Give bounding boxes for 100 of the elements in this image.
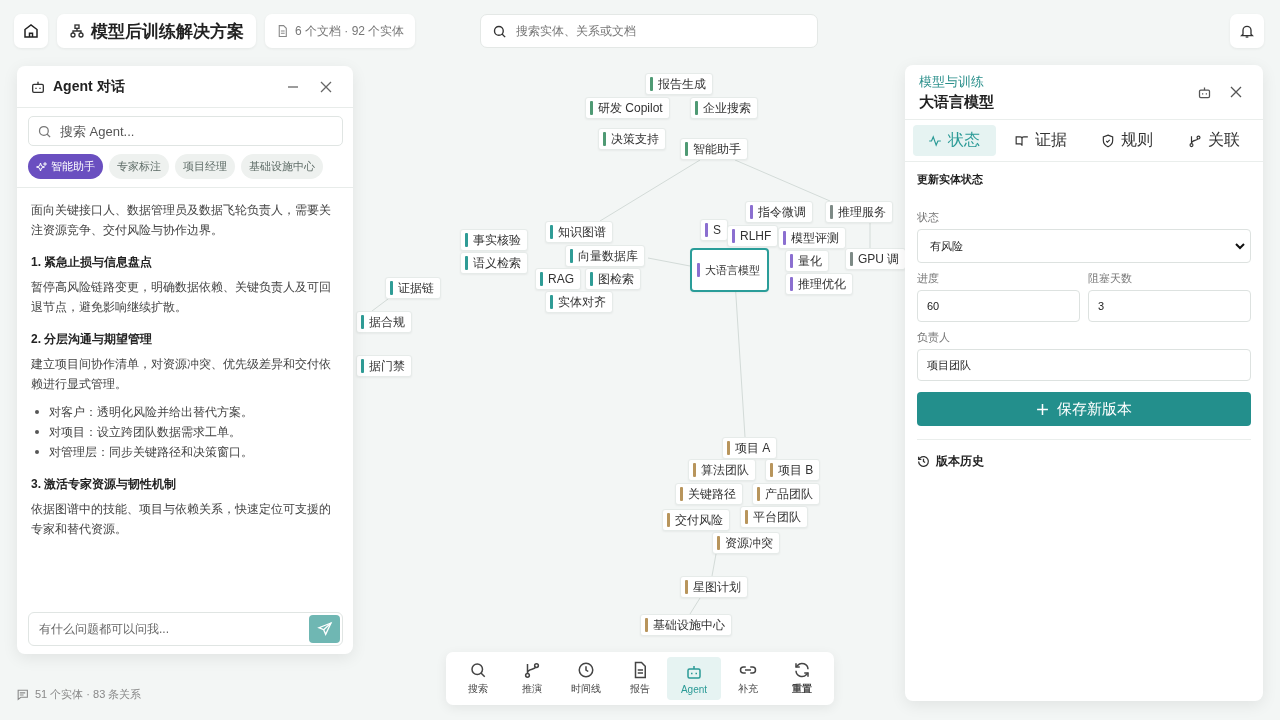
graph-node[interactable]: 事实核验 [460, 229, 528, 251]
agent-chip[interactable]: 智能助手 [28, 154, 103, 179]
entity-category: 模型与训练 [919, 72, 985, 91]
status-select[interactable]: 有风险 [917, 229, 1251, 263]
panel-title: Agent 对话 [53, 77, 125, 96]
message-heading: 1. 紧急止损与信息盘点 [31, 254, 154, 271]
field-label: 负责人 [917, 330, 951, 345]
graph-node[interactable]: 模型评测 [778, 227, 846, 249]
graph-node[interactable]: 知识图谱 [545, 221, 613, 243]
graph-node[interactable]: 关键路径 [675, 483, 743, 505]
chevron-icon [1234, 240, 1246, 252]
graph-node[interactable]: 项目 B [765, 459, 821, 481]
save-button[interactable]: 保存新版本 [917, 392, 1251, 426]
send-icon [316, 621, 333, 637]
graph-node[interactable]: 平台团队 [740, 506, 808, 528]
graph-node[interactable]: S [700, 219, 728, 241]
graph-node[interactable]: 算法团队 [688, 459, 756, 481]
project-name: 模型后训练解决方案 [91, 20, 244, 43]
message-paragraph: 面向关键接口人、数据管理员及数据飞轮负责人，需要关注资源竞争、交付风险与协作边界。 [31, 202, 332, 239]
bullet-icon [35, 450, 39, 454]
document-icon [276, 24, 289, 38]
graph-node[interactable]: RLHF [727, 225, 779, 247]
document-summary: 6 个文档 · 92 个实体 [295, 22, 405, 40]
graph-node[interactable]: 大语言模型 [690, 248, 769, 292]
toolbar-button[interactable]: 重置 [775, 657, 829, 700]
tab[interactable]: 证据 [999, 125, 1082, 156]
list-item: 对管理层：同步关键路径和决策窗口。 [49, 444, 253, 461]
refresh-icon [793, 661, 811, 679]
graph-node[interactable]: 决策支持 [598, 128, 666, 150]
entity-title: 大语言模型 [919, 92, 995, 112]
message-paragraph: 暂停高风险链路变更，明确数据依赖、关键负责人及可回退节点，避免影响继续扩散。 [31, 279, 332, 316]
search-field[interactable]: 搜索实体、关系或文档 [480, 14, 819, 48]
graph-summary: 51 个实体 · 83 条关系 [35, 687, 142, 702]
toolbar-button[interactable]: 搜索 [451, 657, 505, 700]
agent-chip[interactable]: 项目经理 [175, 154, 235, 179]
bullet-icon [35, 410, 39, 414]
toolbar-button[interactable]: 报告 [613, 657, 667, 700]
progress-field[interactable]: 60 [917, 290, 1080, 322]
graph-node[interactable]: 智能助手 [680, 138, 748, 160]
graph-node[interactable]: 语义检索 [460, 252, 528, 274]
search-icon [37, 124, 52, 139]
owner-field[interactable]: 项目团队 [917, 349, 1251, 381]
graph-node[interactable]: 实体对齐 [545, 291, 613, 313]
toolbar-button[interactable]: 时间线 [559, 657, 613, 700]
blocked-days-field[interactable]: 3 [1088, 290, 1251, 322]
field-label: 进度 [917, 271, 940, 286]
bullet-icon [35, 430, 39, 434]
agent-chip[interactable]: 基础设施中心 [241, 154, 323, 179]
history-title: 版本历史 [936, 453, 984, 470]
tab[interactable]: 关联 [1172, 125, 1255, 156]
graph-node[interactable]: 报告生成 [645, 73, 713, 95]
history-icon [917, 455, 930, 468]
book-icon [1014, 133, 1029, 148]
message-heading: 3. 激活专家资源与韧性机制 [31, 476, 178, 493]
pulse-icon [928, 133, 943, 148]
bell-icon [1239, 23, 1255, 39]
branch-icon [1187, 133, 1202, 148]
close-icon [320, 80, 332, 93]
graph-node[interactable]: 交付风险 [662, 509, 730, 531]
graph-node[interactable]: 量化 [785, 250, 829, 272]
graph-node[interactable]: 推理服务 [825, 201, 893, 223]
graph-node[interactable]: 据门禁 [356, 355, 412, 377]
toolbar-button[interactable]: 推演 [505, 657, 559, 700]
home-button[interactable] [14, 14, 48, 48]
home-icon [22, 22, 40, 40]
graph-node[interactable]: 研发 Copilot [585, 97, 670, 119]
graph-node[interactable]: 据合规 [356, 311, 412, 333]
message-paragraph: 依据图谱中的技能、项目与依赖关系，快速定位可支援的专家和替代资源。 [31, 501, 332, 538]
graph-node[interactable]: 产品团队 [752, 483, 820, 505]
graph-node[interactable]: 项目 A [722, 437, 778, 459]
graph-node[interactable]: 星图计划 [680, 576, 748, 598]
graph-node[interactable]: 基础设施中心 [640, 614, 732, 636]
sparkle-icon [36, 160, 48, 173]
list-item: 对客户：透明化风险并给出替代方案。 [49, 404, 253, 421]
agent-chip[interactable]: 专家标注 [109, 154, 169, 179]
graph-node[interactable]: 资源冲突 [712, 532, 780, 554]
field-label: 阻塞天数 [1088, 271, 1133, 286]
branch-icon [523, 661, 541, 679]
notification-button[interactable] [1230, 14, 1264, 48]
graph-node[interactable]: 向量数据库 [565, 245, 645, 267]
toolbar-button[interactable]: 补充 [721, 657, 775, 700]
hierarchy-icon [69, 23, 85, 39]
comment-icon [16, 688, 29, 701]
message-heading: 2. 分层沟通与期望管理 [31, 331, 154, 348]
graph-node[interactable]: 企业搜索 [690, 97, 758, 119]
graph-node[interactable]: GPU 调 [845, 248, 907, 270]
graph-node[interactable]: 证据链 [385, 277, 441, 299]
graph-node[interactable]: 推理优化 [785, 273, 853, 295]
tab[interactable]: 规则 [1086, 125, 1169, 156]
clock-icon [577, 661, 595, 679]
close-icon [1230, 86, 1242, 98]
graph-node[interactable]: RAG [535, 268, 581, 290]
graph-node[interactable]: 指令微调 [745, 201, 813, 223]
agent-search-field[interactable]: 搜索 Agent... [28, 116, 343, 146]
field-label: 状态 [917, 210, 940, 225]
shield-icon [1101, 133, 1116, 148]
graph-node[interactable]: 图检索 [585, 268, 641, 290]
message-paragraph: 建立项目间协作清单，对资源冲突、优先级差异和交付依赖进行显式管理。 [31, 356, 332, 393]
search-icon [469, 661, 487, 679]
message-input[interactable]: 有什么问题都可以问我... [28, 612, 343, 646]
